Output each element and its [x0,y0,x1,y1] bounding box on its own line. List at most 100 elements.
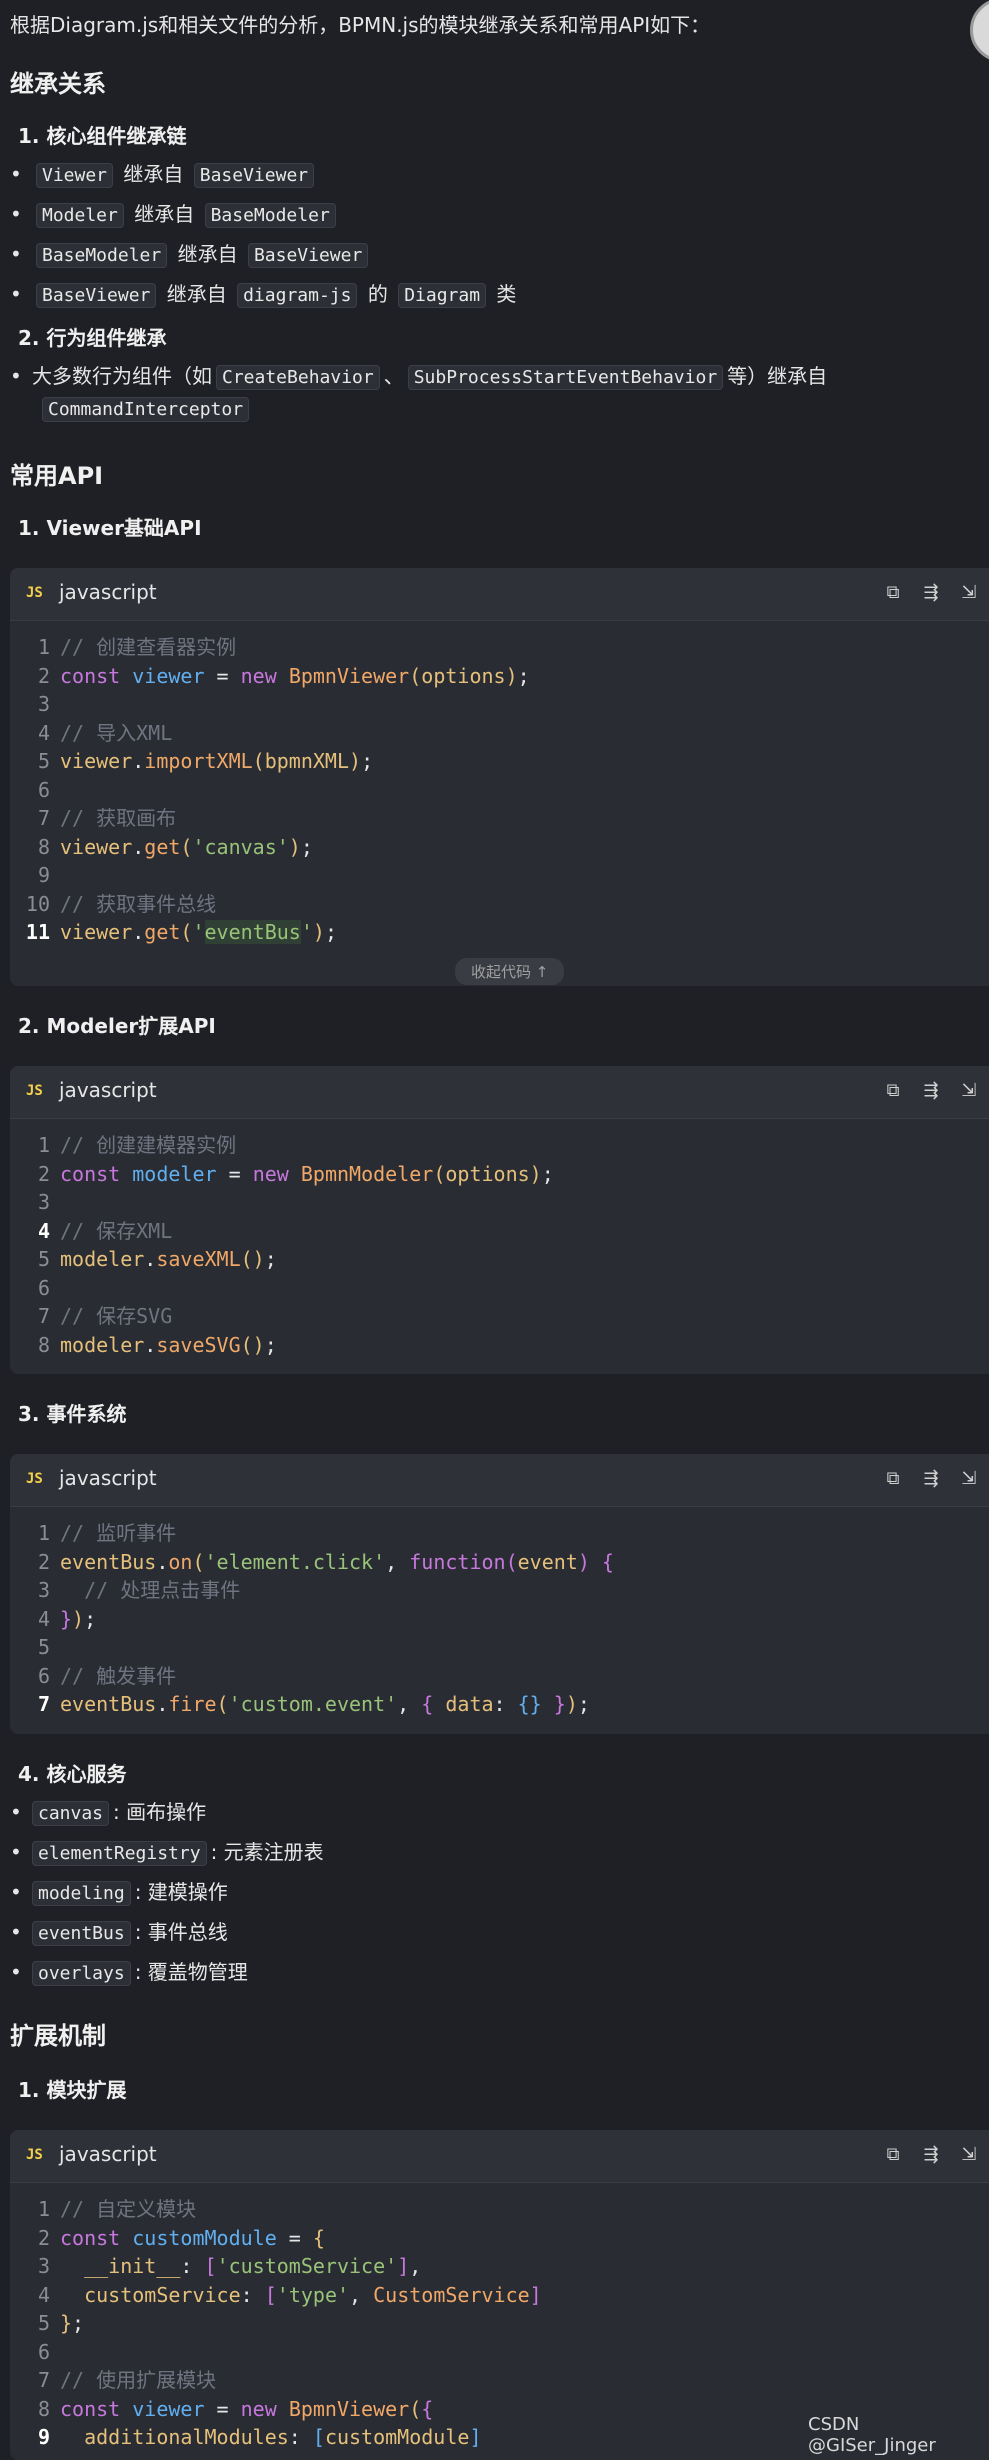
copy-icon[interactable]: ⧉ [882,582,904,604]
inline-code: diagram-js [237,283,358,308]
code-body: 1// 创建查看器实例 2 const viewer = new BpmnView… [10,621,989,947]
code-line: 8 modeler.saveSVG(); [37,1332,277,1357]
code-line: 3 // 处理点击事件 [37,1578,241,1602]
code-language: javascript [59,1078,157,1102]
copy-icon[interactable]: ⧉ [882,2144,904,2166]
js-badge: JS [26,585,43,601]
code-block: JS javascript ⧉ ⇶ ⇲ 1// 创建建模器实例 2 const mod… [10,1066,989,1374]
wrap-icon[interactable]: ⇶ [920,1468,942,1490]
code-line: 2 const customModule = { [37,2225,325,2250]
section-heading-api: 常用API [10,462,104,490]
list-item: • overlays: 覆盖物管理 [10,1960,248,1986]
ordered-heading: 2. Modeler扩展API [18,1014,216,1038]
code-line: 3 [37,692,50,716]
inline-code: BaseViewer [193,163,315,188]
list-item: • elementRegistry: 元素注册表 [10,1840,324,1866]
inline-code: Viewer [36,163,114,188]
collapse-code-button[interactable]: 收起代码 ↑ [455,958,565,985]
inline-code: BaseModeler [204,203,336,228]
code-line: 11 viewer.get('eventBus'); [25,920,337,944]
code-line: 4// 导入XML [37,720,173,745]
js-badge: JS [26,1471,43,1487]
code-line: 6 [37,2339,50,2364]
wrap-icon[interactable]: ⇶ [920,2144,942,2166]
list-item: • BaseViewer 继承自 diagram-js 的 Diagram 类 [10,282,517,308]
code-line: 9 [37,863,50,887]
section-heading-inheritance: 继承关系 [10,70,106,98]
code-line: 5 [37,1635,50,1659]
inline-code: modeling [32,1881,131,1906]
wrap-icon[interactable]: ⇶ [920,1080,942,1102]
code-language: javascript [59,2142,157,2166]
code-block: JS javascript ⧉ ⇶ ⇲ 1// 自定义模块 2 const custo… [10,2130,989,2460]
ordered-heading: 2. 行为组件继承 [18,326,167,350]
code-body: 1// 自定义模块 2 const customModule = { 3 __in… [10,2183,989,2452]
inline-code: CommandInterceptor [42,397,250,422]
code-language: javascript [59,1466,157,1490]
ordered-heading: 3. 事件系统 [18,1402,127,1426]
copy-icon[interactable]: ⧉ [882,1080,904,1102]
code-line: 7 eventBus.fire('custom.event', { data: {… [37,1692,590,1716]
code-line: 4 customService: ['type', CustomService] [37,2282,542,2307]
code-line: 6 [37,1275,50,1300]
list-item-continuation: CommandInterceptor [42,396,253,422]
js-badge: JS [26,2147,43,2163]
inline-code: SubProcessStartEventBehavior [407,365,724,390]
list-item: • eventBus: 事件总线 [10,1920,228,1946]
ordered-heading: 1. 模块扩展 [18,2078,127,2102]
copy-icon[interactable]: ⧉ [882,1468,904,1490]
code-line: 1// 自定义模块 [37,2197,197,2221]
code-line: 3 [37,1190,50,1214]
insert-icon[interactable]: ⇲ [958,582,980,604]
code-block-header: JS javascript ⧉ ⇶ ⇲ [10,568,989,621]
list-item: • Viewer 继承自 BaseViewer [10,158,318,188]
ordered-heading: 1. Viewer基础API [18,516,202,540]
js-badge: JS [26,1083,43,1099]
section-heading-extension: 扩展机制 [10,2022,106,2050]
code-block-header: JS javascript ⧉ ⇶ ⇲ [10,2130,989,2183]
ordered-heading: 1. 核心组件继承链 [18,124,187,148]
list-item: • BaseModeler 继承自 BaseViewer [10,238,372,268]
code-line: 8 viewer.get('canvas'); [37,834,313,859]
code-line: 6 [37,777,50,802]
inline-code: BaseModeler [36,243,168,268]
code-line: 7// 使用扩展模块 [37,2368,217,2392]
inline-code: BaseViewer [247,243,369,268]
inline-code: CreateBehavior [216,365,380,390]
list-item: • canvas: 画布操作 [10,1800,207,1826]
avatar[interactable] [970,0,989,62]
inline-code: Modeler [36,203,124,228]
code-body: 1// 创建建模器实例 2 const modeler = new BpmnMod… [10,1119,989,1359]
wrap-icon[interactable]: ⇶ [920,582,942,604]
inline-code: canvas [32,1801,110,1826]
insert-icon[interactable]: ⇲ [958,1080,980,1102]
code-line: 5 modeler.saveXML(); [37,1247,277,1271]
watermark: CSDN @GISer_Jinger [808,2414,936,2456]
code-line: 2 const modeler = new BpmnModeler(options… [37,1161,554,1186]
code-line: 1// 创建查看器实例 [37,635,237,659]
code-line: 5}; [37,2311,85,2335]
inline-code: Diagram [398,283,487,308]
code-line: 4}); [37,1606,97,1631]
insert-icon[interactable]: ⇲ [958,1468,980,1490]
code-line: 3 __init__: ['customService'], [37,2254,422,2278]
inline-code: elementRegistry [32,1841,207,1866]
inline-code: overlays [32,1961,131,1986]
code-body: 1// 监听事件 2 eventBus.on('element.click', f… [10,1507,989,1719]
code-line: 1// 创建建模器实例 [37,1133,237,1157]
intro-text: 根据Diagram.js和相关文件的分析，BPMN.js的模块继承关系和常用AP… [10,13,711,37]
inline-code: BaseViewer [36,283,157,308]
code-line: 2 const viewer = new BpmnViewer(options); [37,663,530,688]
code-block-header: JS javascript ⧉ ⇶ ⇲ [10,1066,989,1119]
code-line: 6// 触发事件 [37,1663,177,1688]
list-item: • modeling: 建模操作 [10,1880,228,1906]
inline-code: eventBus [32,1921,131,1946]
code-line: 7// 保存SVG [37,1304,173,1328]
code-block-header: JS javascript ⧉ ⇶ ⇲ [10,1454,989,1507]
code-block: JS javascript ⧉ ⇶ ⇲ 1// 监听事件 2 eventBus.on(… [10,1454,989,1734]
code-line: 2 eventBus.on('element.click', function(e… [37,1549,614,1574]
code-line: 4// 保存XML [37,1218,173,1243]
ordered-heading: 4. 核心服务 [18,1762,127,1786]
insert-icon[interactable]: ⇲ [958,2144,980,2166]
code-block: JS javascript ⧉ ⇶ ⇲ 1// 创建查看器实例 2 const vie… [10,568,989,986]
